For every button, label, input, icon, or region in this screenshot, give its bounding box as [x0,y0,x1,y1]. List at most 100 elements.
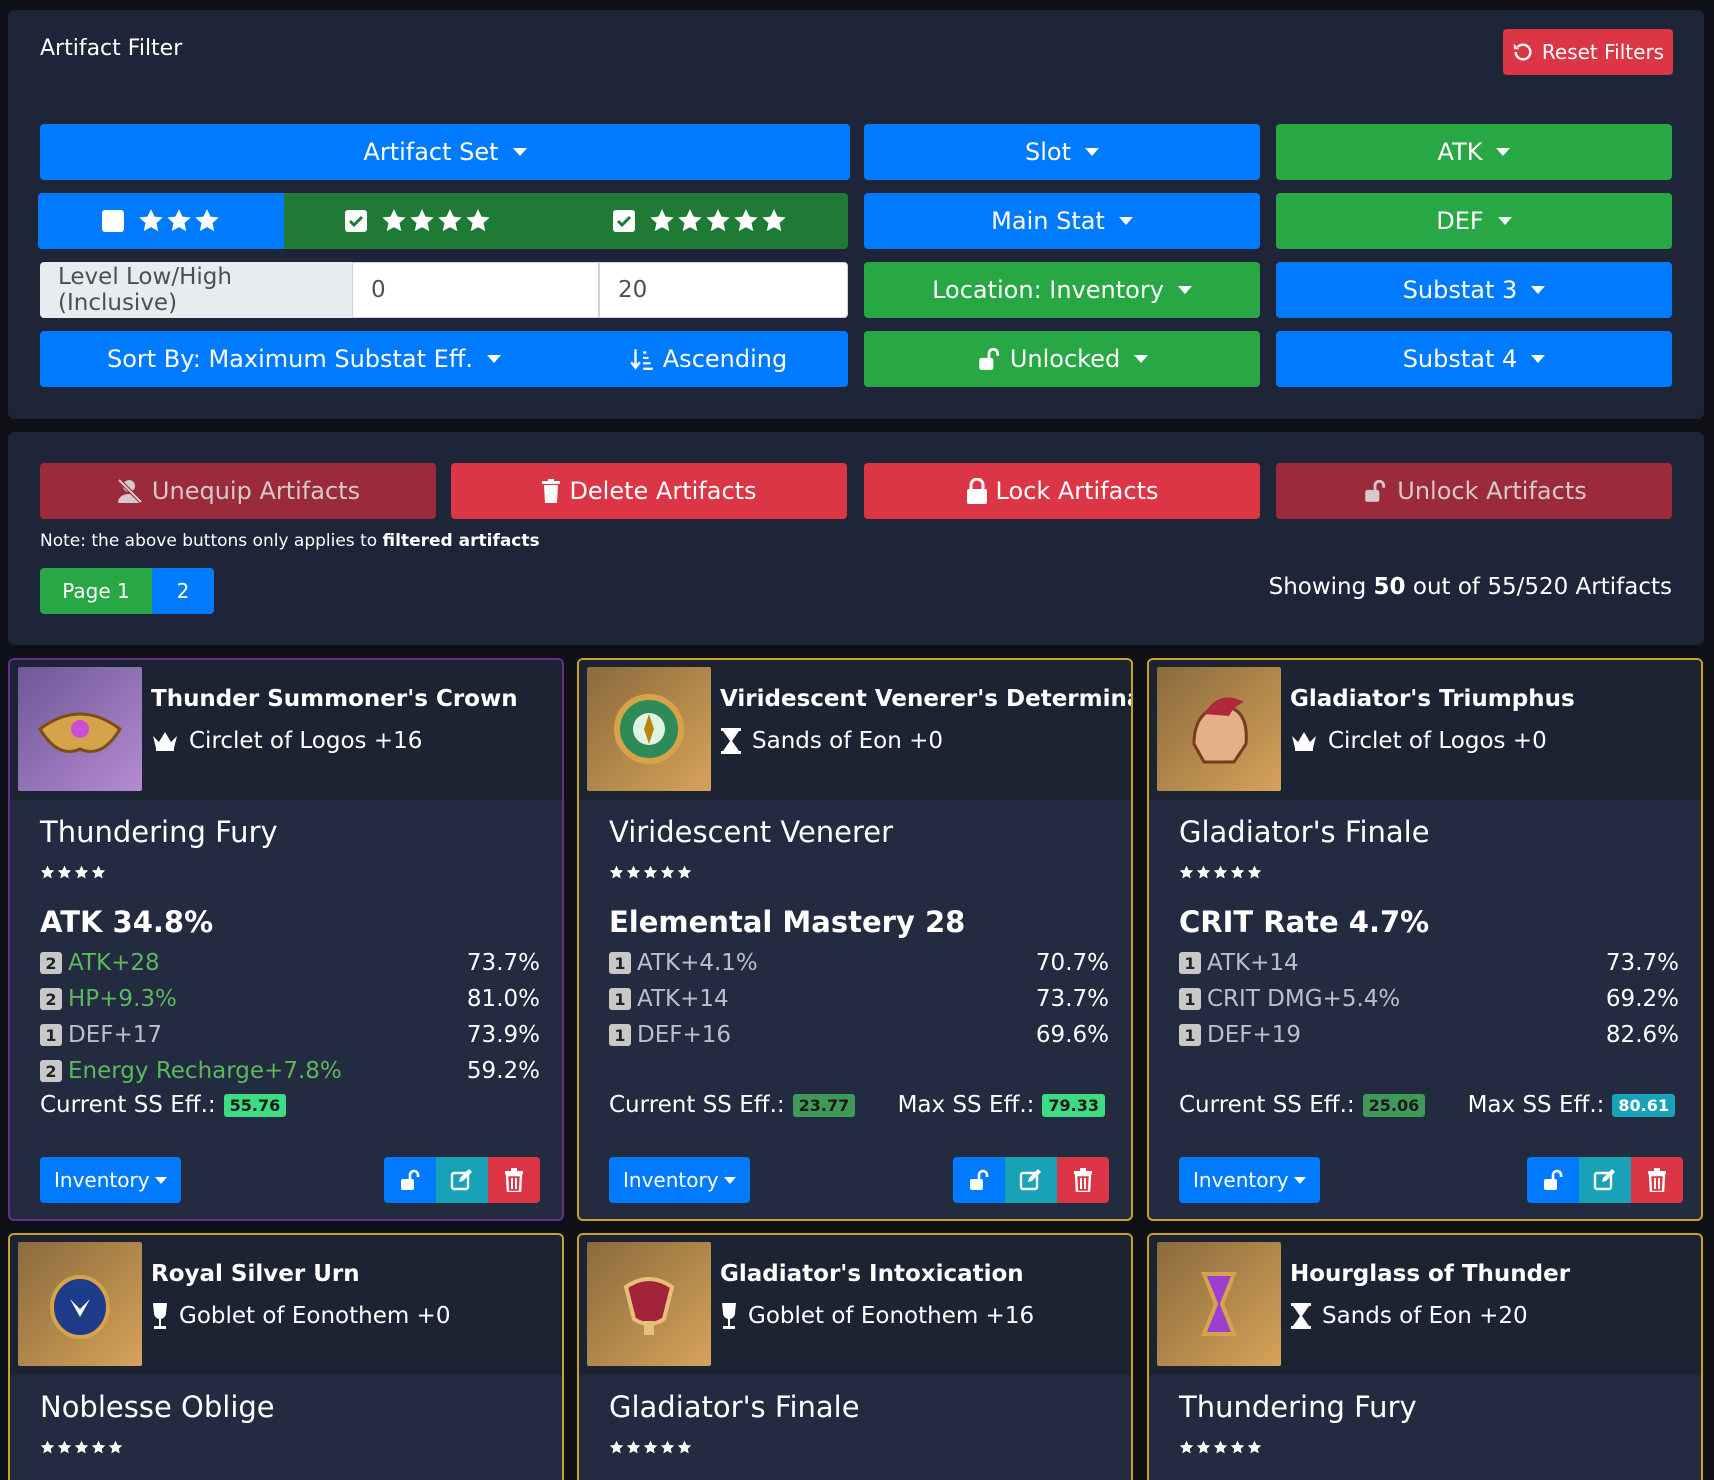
level-low-input[interactable]: 0 [352,262,599,318]
showing-suffix: out of 55/520 Artifacts [1412,574,1672,600]
delete-button[interactable] [1057,1157,1109,1203]
slot-dropdown[interactable]: Slot [864,124,1260,180]
substat-row: 1 DEF+17 73.9% [40,1020,540,1050]
star-icon [649,208,787,234]
reset-filters-button[interactable]: Reset Filters [1503,29,1673,75]
chevron-down-icon [1497,217,1512,225]
location-dropdown[interactable]: Inventory [1179,1157,1320,1203]
rarity-3-toggle[interactable] [38,193,284,249]
star-icon [643,1440,658,1454]
chevron-down-icon [154,1176,167,1184]
star-icon [466,209,490,232]
crown-icon [1292,732,1316,751]
artifact-set-label: Artifact Set [363,138,499,166]
level-range-label: Level Low/High (Inclusive) [40,262,352,318]
artifact-name: Hourglass of Thunder [1290,1261,1571,1287]
lock-icon [966,478,987,504]
sort-by-label: Sort By: Maximum Substat Eff. [106,345,473,373]
star-icon [1196,865,1211,879]
star-icon [678,209,702,232]
def-dropdown[interactable]: DEF [1276,193,1672,249]
star-icon [1179,865,1194,879]
chevron-down-icon [1177,286,1192,294]
current-eff-label: Current SS Eff.: [1179,1092,1355,1118]
edit-button[interactable] [1579,1157,1631,1203]
substat-row: 2 ATK+28 73.7% [40,948,540,978]
edit-icon [1019,1169,1041,1191]
artifact-card: Gladiator's Triumphus Circlet of Logos +… [1147,658,1703,1221]
artifact-name: Viridescent Venerer's Determination [720,686,1131,712]
atk-dropdown[interactable]: ATK [1276,124,1672,180]
unlock-artifacts-button[interactable]: Unlock Artifacts [1276,463,1672,519]
chevron-down-icon [1293,1176,1306,1184]
chevron-down-icon [487,355,501,363]
star-icon [1230,865,1245,879]
substat4-dropdown[interactable]: Substat 4 [1276,331,1672,387]
substat3-dropdown[interactable]: Substat 3 [1276,262,1672,318]
sort-order-button[interactable]: Ascending [568,331,848,387]
page-2-button[interactable]: 2 [152,568,214,614]
substat-value: 59.2% [466,1058,540,1084]
star-icon [138,208,220,234]
delete-button[interactable] [488,1157,540,1203]
rarity-4-toggle[interactable] [284,193,552,249]
artifact-slot-label: Goblet of Eonothem +0 [179,1303,451,1329]
star-icon [1196,1440,1211,1454]
substat-value: 81.0% [466,986,540,1012]
substat-name: DEF+19 [1207,1022,1302,1048]
roll-count-badge: 2 [40,1060,62,1082]
substat-value: 69.2% [1605,986,1679,1012]
sort-ascending-icon [630,349,653,370]
unlock-button[interactable] [953,1157,1005,1203]
artifact-slot: Goblet of Eonothem +0 [151,1303,450,1329]
delete-button[interactable] [1631,1157,1683,1203]
substat-row: 1 DEF+16 69.6% [609,1020,1109,1050]
delete-artifacts-button[interactable]: Delete Artifacts [451,463,847,519]
artifact-set-name: Gladiator's Finale [609,1390,860,1424]
slot-label: Slot [1025,138,1071,166]
star-icon [438,209,462,232]
note-text: Note: the above buttons only applies to [40,531,378,551]
location-dropdown[interactable]: Inventory [40,1157,181,1203]
trash-icon [1648,1168,1666,1192]
card-actions [953,1157,1109,1203]
substat-row: 1 ATK+14 73.7% [1179,948,1679,978]
artifact-set-dropdown[interactable]: Artifact Set [40,124,850,180]
artifact-slot-label: Circlet of Logos +16 [189,728,423,754]
chevron-down-icon [1531,355,1546,363]
edit-button[interactable] [1005,1157,1057,1203]
location-dropdown[interactable]: Location: Inventory [864,262,1260,318]
urn-icon [50,1275,110,1339]
current-eff-badge: 23.77 [792,1093,856,1117]
artifact-slot: Sands of Eon +20 [1290,1303,1528,1329]
unequip-artifacts-button[interactable]: Unequip Artifacts [40,463,436,519]
sort-by-dropdown[interactable]: Sort By: Maximum Substat Eff. [40,331,568,387]
roll-count-badge: 1 [1179,1024,1201,1046]
artifact-slot-label: Sands of Eon +0 [752,728,944,754]
level-high-input[interactable]: 20 [599,262,848,318]
substat-value: 73.9% [466,1022,540,1048]
star-icon [195,209,219,232]
page-1-button[interactable]: Page 1 [40,568,152,614]
reset-icon [1513,43,1532,61]
compass-icon [614,694,684,764]
unlock-button[interactable] [384,1157,436,1203]
unlock-button[interactable] [1527,1157,1579,1203]
star-icon [660,1440,675,1454]
reset-filters-label: Reset Filters [1541,40,1665,64]
rarity-5-toggle[interactable] [552,193,848,249]
goblet-icon [722,1303,736,1329]
star-icon [91,1440,106,1454]
max-eff: Max SS Eff.: 79.33 [898,1092,1105,1118]
chevron-down-icon [1134,355,1149,363]
main-stat-dropdown[interactable]: Main Stat [864,193,1260,249]
location-dropdown[interactable]: Inventory [609,1157,750,1203]
lock-artifacts-button[interactable]: Lock Artifacts [864,463,1260,519]
max-eff-label: Max SS Eff.: [1467,1092,1605,1118]
trash-icon [505,1168,523,1192]
main-stat: ATK 34.8% [40,905,214,939]
edit-button[interactable] [436,1157,488,1203]
lock-status-dropdown[interactable]: Unlocked [864,331,1260,387]
circlet-icon [38,712,122,753]
artifact-slot-label: Sands of Eon +20 [1322,1303,1528,1329]
